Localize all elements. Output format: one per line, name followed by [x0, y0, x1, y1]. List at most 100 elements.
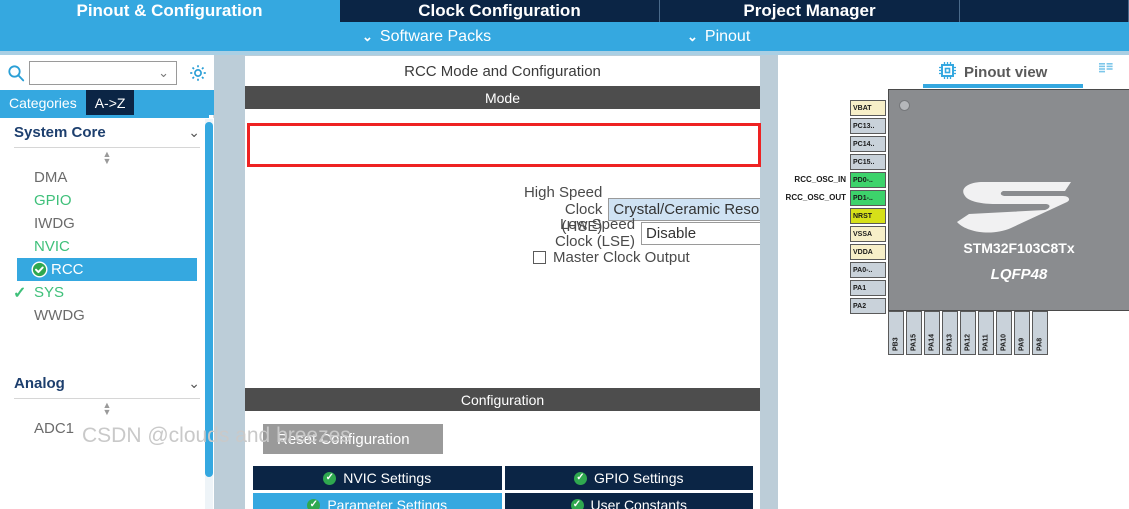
search-icon[interactable] — [3, 60, 29, 86]
pin-left[interactable]: PC14.. — [850, 136, 886, 152]
master-clock-output-label: Master Clock Output — [553, 249, 690, 266]
browser-mode-tabs: Categories A->Z — [0, 90, 214, 115]
tree-item-dma[interactable]: DMA — [0, 166, 214, 189]
search-input[interactable] — [30, 62, 150, 83]
splitter-right[interactable] — [760, 55, 778, 509]
tab-user-constants[interactable]: ✓ User Constants — [504, 493, 753, 509]
chevron-down-icon[interactable]: ⌄ — [188, 375, 200, 392]
menu-label: Software Packs — [379, 27, 492, 45]
scroll-spinner[interactable]: ▲ ▼ — [0, 399, 214, 417]
pin-bottom[interactable]: PA10 — [996, 311, 1012, 355]
configuration-section-body: Reset Configuration ✓ NVIC Settings ✓ GP… — [245, 411, 760, 509]
gear-icon[interactable] — [186, 61, 210, 85]
tree-item-wwdg[interactable]: WWDG — [0, 304, 214, 327]
chevron-down-icon: ⌄ — [362, 29, 373, 44]
menu-label: Pinout — [704, 27, 751, 45]
tree-item-adc1[interactable]: ADC1 — [0, 417, 214, 440]
scrollbar-thumb[interactable] — [205, 122, 213, 477]
pin-left-reset[interactable]: NRST — [850, 208, 886, 224]
pinout-view-panel: Pinout view VDD VSS — [778, 55, 1129, 509]
pin-bottom[interactable]: PA14 — [924, 311, 940, 355]
lse-label: Low Speed Clock (LSE) — [555, 216, 636, 250]
cubemx-window: Pinout & Configuration Clock Configurati… — [0, 0, 1129, 509]
tab-tools[interactable] — [960, 0, 1129, 22]
tab-nvic-settings[interactable]: ✓ NVIC Settings — [253, 466, 502, 490]
component-tree: System Core ⌄ ▲▼ DMA GPIO IWDG NVIC RCC — [0, 118, 214, 509]
pin-bottom[interactable]: PB3 — [888, 311, 904, 355]
menu-pinout[interactable]: ⌄ Pinout — [687, 22, 750, 51]
chip-part-number: STM32F103C8Tx — [963, 240, 1075, 256]
item-label: GPIO — [34, 192, 72, 209]
splitter-left[interactable] — [214, 55, 245, 509]
tab-label: Parameter Settings — [327, 497, 448, 509]
tree-item-rcc[interactable]: RCC — [17, 258, 197, 281]
tree-item-iwdg[interactable]: IWDG — [0, 212, 214, 235]
pin-bottom[interactable]: PA13 — [942, 311, 958, 355]
mode-section-header: Mode — [245, 86, 760, 109]
pin-left[interactable]: PC13.. — [850, 118, 886, 134]
check-circle-icon: ✓ — [307, 498, 321, 509]
pin-bottom[interactable]: PA9 — [1014, 311, 1030, 355]
check-icon: ✓ — [13, 285, 27, 302]
configuration-section-header: Configuration — [245, 388, 760, 411]
chevron-down-icon: ⌄ — [687, 29, 698, 44]
pin-bottom[interactable]: PA8 — [1032, 311, 1048, 355]
tree-item-gpio[interactable]: GPIO — [0, 189, 214, 212]
pin-left[interactable]: PA1 — [850, 280, 886, 296]
pin-left-osc-in[interactable]: PD0-.. — [850, 172, 886, 188]
grid-icon — [1098, 62, 1118, 84]
left-panel-scrollbar[interactable] — [205, 119, 213, 509]
chip-orientation-dot — [899, 100, 910, 111]
chevron-down-icon[interactable]: ⌄ — [158, 65, 169, 81]
chip-body[interactable]: STM32F103C8Tx LQFP48 — [888, 89, 1129, 311]
tab-system-view[interactable] — [1098, 57, 1118, 88]
item-label: SYS — [34, 284, 65, 301]
rcc-configuration-panel: RCC Mode and Configuration Mode High Spe… — [245, 55, 839, 509]
group-header-system-core[interactable]: System Core ⌄ — [14, 118, 200, 148]
menu-software-packs[interactable]: ⌄ Software Packs — [362, 22, 491, 51]
chevron-down-icon[interactable]: ⌄ — [188, 124, 200, 141]
tree-item-sys[interactable]: ✓ SYS — [0, 281, 214, 304]
pin-left-osc-out[interactable]: PD1-.. — [850, 190, 886, 206]
pin-bottom[interactable]: PA11 — [978, 311, 994, 355]
pin-bottom[interactable]: PA15 — [906, 311, 922, 355]
pin-left[interactable]: VDDA — [850, 244, 886, 260]
chip-diagram[interactable]: VDD VSS PB9 PB8 BOO.. PB7 PB6 PB5 PB4 VB… — [778, 89, 1129, 509]
pin-left[interactable]: PA0-.. — [850, 262, 886, 278]
master-clock-output-checkbox[interactable] — [533, 251, 546, 264]
reset-configuration-button[interactable]: Reset Configuration — [263, 424, 443, 454]
item-label: NVIC — [34, 238, 70, 255]
check-circle-icon: ✓ — [570, 498, 584, 509]
scroll-spinner[interactable]: ▲ ▼ — [0, 148, 214, 166]
secondary-menu-row: ⌄ Software Packs ⌄ Pinout — [0, 22, 1129, 51]
field-master-clock-output[interactable]: Master Clock Output — [533, 249, 690, 266]
pin-left[interactable]: PA2 — [850, 298, 886, 314]
signal-label-osc-out: RCC_OSC_OUT — [785, 193, 846, 202]
check-circle-icon — [31, 261, 48, 278]
item-label: DMA — [34, 169, 68, 186]
tab-parameter-settings[interactable]: ✓ Parameter Settings — [253, 493, 502, 509]
tab-label: A->Z — [94, 94, 126, 111]
tab-categories[interactable]: Categories — [0, 90, 86, 115]
tab-pinout-view[interactable]: Pinout view — [922, 57, 1084, 88]
item-label: ADC1 — [34, 420, 75, 437]
group-header-analog[interactable]: Analog ⌄ — [14, 369, 200, 399]
tab-project-manager[interactable]: Project Manager — [660, 0, 960, 22]
tab-gpio-settings[interactable]: ✓ GPIO Settings — [504, 466, 753, 490]
tab-clock-configuration[interactable]: Clock Configuration — [340, 0, 660, 22]
tab-pinout-configuration[interactable]: Pinout & Configuration — [0, 0, 340, 22]
item-label: RCC — [51, 261, 84, 278]
tab-label: Categories — [9, 94, 77, 111]
tab-a-to-z[interactable]: A->Z — [85, 90, 135, 115]
pin-left[interactable]: PC15.. — [850, 154, 886, 170]
tab-label: Clock Configuration — [418, 0, 581, 20]
pin-left[interactable]: VSSA — [850, 226, 886, 242]
pin-bottom[interactable]: PA12 — [960, 311, 976, 355]
search-combobox[interactable]: ⌄ — [29, 60, 177, 85]
signal-label-osc-in: RCC_OSC_IN — [794, 175, 846, 184]
tree-item-nvic[interactable]: NVIC — [0, 235, 214, 258]
tab-label: Pinout & Configuration — [76, 0, 263, 20]
panel-title: RCC Mode and Configuration — [245, 56, 760, 86]
item-label: IWDG — [34, 215, 75, 232]
pin-left[interactable]: VBAT — [850, 100, 886, 116]
